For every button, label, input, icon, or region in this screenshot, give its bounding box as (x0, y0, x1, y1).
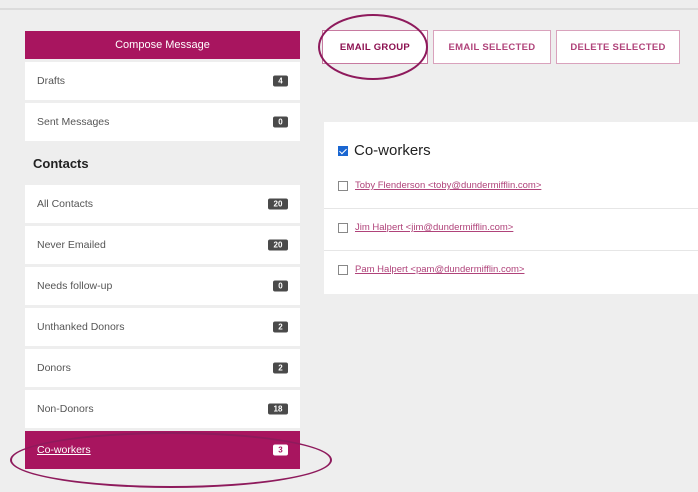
group-checkbox[interactable] (338, 145, 348, 156)
sidebar-item-needs-follow-up[interactable]: Needs follow-up 0 (25, 267, 300, 305)
group-name: Co-workers (354, 142, 431, 159)
count-badge: 20 (268, 239, 288, 251)
count-badge: 18 (268, 403, 288, 415)
compose-message-button[interactable]: Compose Message (25, 31, 300, 59)
email-group-button[interactable]: EMAIL GROUP (322, 30, 428, 64)
count-badge: 4 (273, 75, 288, 87)
delete-selected-button[interactable]: DELETE SELECTED (556, 30, 680, 64)
group-header: Co-workers (338, 142, 431, 159)
sidebar-item-never-emailed[interactable]: Never Emailed 20 (25, 226, 300, 264)
count-badge: 20 (268, 198, 288, 210)
divider (324, 208, 698, 209)
sidebar-item-all-contacts[interactable]: All Contacts 20 (25, 185, 300, 223)
toolbar: EMAIL GROUP EMAIL SELECTED DELETE SELECT… (322, 30, 680, 64)
list-item: Jim Halpert <jim@dundermifflin.com> (338, 222, 698, 233)
sidebar-item-sent-messages[interactable]: Sent Messages 0 (25, 103, 300, 141)
sidebar-item-label: All Contacts (37, 198, 94, 210)
sidebar-item-label: Unthanked Donors (37, 321, 125, 333)
sidebar-item-unthanked-donors[interactable]: Unthanked Donors 2 (25, 308, 300, 346)
divider (324, 250, 698, 251)
contact-checkbox[interactable] (338, 222, 348, 233)
sidebar-item-donors[interactable]: Donors 2 (25, 349, 300, 387)
sidebar: Compose Message Drafts 4 Sent Messages 0… (25, 31, 300, 469)
sidebar-item-co-workers[interactable]: Co-workers 3 (25, 431, 300, 469)
count-badge: 2 (273, 362, 288, 374)
contact-link[interactable]: Toby Flenderson <toby@dundermifflin.com> (355, 180, 541, 191)
contact-checkbox[interactable] (338, 180, 348, 191)
sidebar-item-label: Non-Donors (37, 403, 94, 415)
count-badge: 0 (273, 280, 288, 292)
list-item: Toby Flenderson <toby@dundermifflin.com> (338, 180, 698, 191)
sidebar-item-label: Drafts (37, 75, 66, 87)
contacts-heading: Contacts (33, 155, 89, 171)
contact-link[interactable]: Pam Halpert <pam@dundermifflin.com> (355, 264, 524, 275)
top-divider (0, 8, 698, 10)
sidebar-item-label: Needs follow-up (37, 280, 113, 292)
contact-checkbox[interactable] (338, 264, 348, 275)
sidebar-item-non-donors[interactable]: Non-Donors 18 (25, 390, 300, 428)
count-badge: 3 (273, 444, 288, 456)
count-badge: 2 (273, 321, 288, 333)
sidebar-item-label: Donors (37, 362, 71, 374)
sidebar-item-label: Co-workers (37, 444, 91, 456)
sidebar-item-label: Sent Messages (37, 116, 110, 128)
count-badge: 0 (273, 116, 288, 128)
contact-link[interactable]: Jim Halpert <jim@dundermifflin.com> (355, 222, 513, 233)
email-selected-button[interactable]: EMAIL SELECTED (433, 30, 551, 64)
list-item: Pam Halpert <pam@dundermifflin.com> (338, 264, 698, 275)
group-panel: Co-workers Toby Flenderson <toby@dunderm… (324, 122, 698, 294)
sidebar-item-drafts[interactable]: Drafts 4 (25, 62, 300, 100)
sidebar-item-label: Never Emailed (37, 239, 106, 251)
